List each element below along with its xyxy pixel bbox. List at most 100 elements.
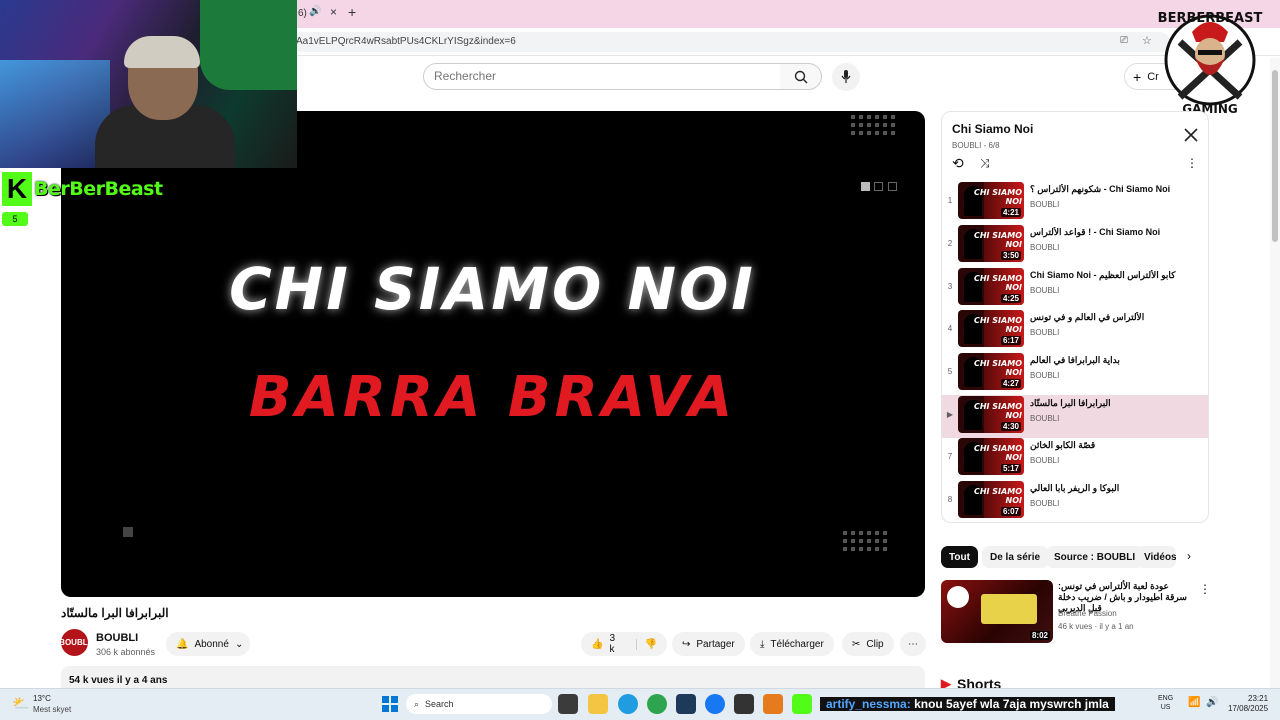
app-icon[interactable] [763, 694, 783, 714]
playlist-item-title[interactable]: البرابرافا البرا مالستّاد [1030, 398, 1200, 409]
playlist-item-channel: BOUBLI [1030, 456, 1060, 465]
like-dislike-button[interactable]: 👍 3 k 👎 [581, 632, 667, 656]
taskbar-search-label: Search [425, 699, 454, 709]
task-view-icon[interactable] [558, 694, 578, 714]
playlist-item-thumbnail[interactable]: CHI SIAMO NOI 4:27 [958, 353, 1024, 390]
thumb-text: CHI SIAMO NOI [973, 188, 1022, 206]
chip-videos[interactable]: Vidéos [1136, 546, 1176, 568]
close-icon[interactable] [1182, 126, 1200, 144]
tab-fragment[interactable]: 6) [298, 8, 307, 19]
playlist-item[interactable]: 1 CHI SIAMO NOI 4:21 شكونهم الألتراس ؟ - Ch… [942, 181, 1208, 224]
language-code: ENG [1158, 695, 1174, 702]
playlist-item-title[interactable]: قصّة الكابو الخائن [1030, 440, 1200, 451]
playlist-item[interactable]: 2 CHI SIAMO NOI 3:50 قواعد الألتراس ! - Chi… [942, 224, 1208, 267]
thumb-text: CHI SIAMO NOI [973, 316, 1022, 334]
chip-all[interactable]: Tout [941, 546, 978, 568]
playlist-item-thumbnail[interactable]: CHI SIAMO NOI 4:25 [958, 268, 1024, 305]
chip-source[interactable]: Source : BOUBLI [1046, 546, 1144, 568]
speaker-icon[interactable]: 🔊 [309, 6, 321, 17]
thumb-text: CHI SIAMO NOI [973, 359, 1022, 377]
thumbs-down-icon[interactable]: 👎 [635, 638, 657, 650]
playlist-item[interactable]: 5 CHI SIAMO NOI 4:27 بداية البرابرافا في ال… [942, 352, 1208, 395]
playlist-title[interactable]: Chi Siamo Noi [952, 122, 1033, 136]
scrollbar-thumb[interactable] [1272, 70, 1278, 242]
taskbar-search[interactable]: ⌕ Search [406, 694, 552, 714]
subscribed-button[interactable]: 🔔 Abonné ⌄ [166, 632, 250, 656]
playlist-item-title[interactable]: البوكا و الريفر بابا العالي [1030, 483, 1200, 494]
channel-avatar[interactable]: BOUBLI [59, 629, 90, 656]
download-button[interactable]: ⤓ Télécharger [750, 632, 834, 656]
loop-icon[interactable]: ⟲ [952, 155, 964, 172]
more-vertical-icon[interactable]: ⋮ [1186, 156, 1198, 170]
playlist-item-title[interactable]: قواعد الألتراس ! - Chi Siamo Noi [1030, 227, 1200, 238]
windows-start-icon[interactable] [382, 696, 398, 712]
app-icon[interactable] [734, 694, 754, 714]
voice-search-button[interactable] [832, 63, 860, 91]
new-tab-button[interactable]: + [348, 4, 356, 20]
playlist-item-channel: BOUBLI [1030, 328, 1060, 337]
playlist-item[interactable]: 4 CHI SIAMO NOI 6:17 الألتراس في العالم و ف… [942, 309, 1208, 352]
chrome-icon[interactable] [647, 694, 667, 714]
playlist-item-index: 3 [947, 282, 953, 291]
playlist-item-thumbnail[interactable]: CHI SIAMO NOI 6:17 [958, 310, 1024, 347]
weather-icon[interactable]: ⛅ [12, 695, 29, 712]
search-icon [794, 70, 807, 83]
playlist-item[interactable]: 8 CHI SIAMO NOI 6:07 البوكا و الريفر بابا ا… [942, 480, 1208, 523]
search-input[interactable] [434, 69, 764, 83]
logo-top-text: BERBERBEAST [1158, 11, 1263, 26]
facebook-icon[interactable] [705, 694, 725, 714]
shuffle-icon[interactable]: ⤨ [980, 156, 990, 171]
thumb-text: CHI SIAMO NOI [973, 231, 1022, 249]
clip-button[interactable]: ✂ Clip [842, 632, 894, 656]
app-icon[interactable] [676, 694, 696, 714]
file-explorer-icon[interactable] [588, 694, 608, 714]
frame-square [123, 527, 133, 537]
more-actions-button[interactable]: ⋯ [900, 632, 926, 656]
chevron-right-icon[interactable]: › [1187, 549, 1191, 563]
clock[interactable]: 23:21 17/08/2025 [1228, 694, 1268, 714]
clip-label: Clip [866, 638, 884, 650]
playlist-subtitle: BOUBLI - 6/8 [952, 141, 1000, 150]
playlist-item-thumbnail[interactable]: CHI SIAMO NOI 4:30 [958, 396, 1024, 433]
wifi-icon[interactable]: 📶 [1188, 697, 1200, 708]
search-box[interactable] [423, 63, 781, 90]
edge-icon[interactable] [618, 694, 638, 714]
weather-desc[interactable]: Mest skyet [33, 705, 71, 714]
playlist-item[interactable]: ▶ CHI SIAMO NOI 4:30 البرابرافا البرا مالست… [942, 395, 1208, 438]
subscriber-count: 306 k abonnés [96, 647, 156, 657]
webcam-lights [0, 60, 110, 168]
channel-name[interactable]: BOUBLI [96, 632, 138, 644]
playlist-item-thumbnail[interactable]: CHI SIAMO NOI 6:07 [958, 481, 1024, 518]
volume-icon[interactable]: 🔊 [1206, 697, 1218, 708]
recommended-channel[interactable]: Breathe Passion [1058, 609, 1117, 618]
chip-series[interactable]: De la série [982, 546, 1049, 568]
more-vertical-icon[interactable]: ⋮ [1199, 582, 1211, 596]
language-indicator[interactable]: ENG US [1158, 694, 1173, 712]
close-tab-icon[interactable]: × [330, 5, 337, 19]
thumbs-up-icon[interactable]: 👍 [591, 639, 603, 650]
playlist-item-title[interactable]: بداية البرابرافا في العالم [1030, 355, 1200, 366]
playlist-item-title[interactable]: Chi Siamo Noi - كابو الألتراس العظيم [1030, 270, 1200, 281]
share-button[interactable]: ↪ Partager [672, 632, 745, 656]
video-player[interactable] [61, 111, 925, 597]
kick-logo-icon: K [2, 172, 32, 206]
webcam-overlay [0, 0, 297, 168]
playlist-item-index: 8 [947, 495, 953, 504]
frame-square [874, 182, 883, 191]
playlist-item-thumbnail[interactable]: CHI SIAMO NOI 3:50 [958, 225, 1024, 262]
playlist-item-title[interactable]: شكونهم الألتراس ؟ - Chi Siamo Noi [1030, 184, 1200, 195]
kick-app-icon[interactable] [792, 694, 812, 714]
playlist-item-channel: BOUBLI [1030, 243, 1060, 252]
decor-dots [851, 115, 895, 135]
weather-temp[interactable]: 13°C [33, 694, 51, 703]
install-app-icon[interactable]: ⎚ [1120, 35, 1128, 46]
thumb-text: CHI SIAMO NOI [973, 487, 1022, 505]
playlist-item-duration: 4:25 [1000, 294, 1021, 303]
playlist-item[interactable]: 7 CHI SIAMO NOI 5:17 قصّة الكابو الخائن BOUB… [942, 437, 1208, 480]
playlist-item-thumbnail[interactable]: CHI SIAMO NOI 4:21 [958, 182, 1024, 219]
playlist-item-thumbnail[interactable]: CHI SIAMO NOI 5:17 [958, 438, 1024, 475]
recommended-thumbnail[interactable]: 8:02 [941, 580, 1053, 643]
search-button[interactable] [780, 63, 822, 90]
playlist-item-title[interactable]: الألتراس في العالم و في تونس [1030, 312, 1200, 323]
playlist-item[interactable]: 3 CHI SIAMO NOI 4:25 Chi Siamo Noi - كابو ا… [942, 267, 1208, 310]
